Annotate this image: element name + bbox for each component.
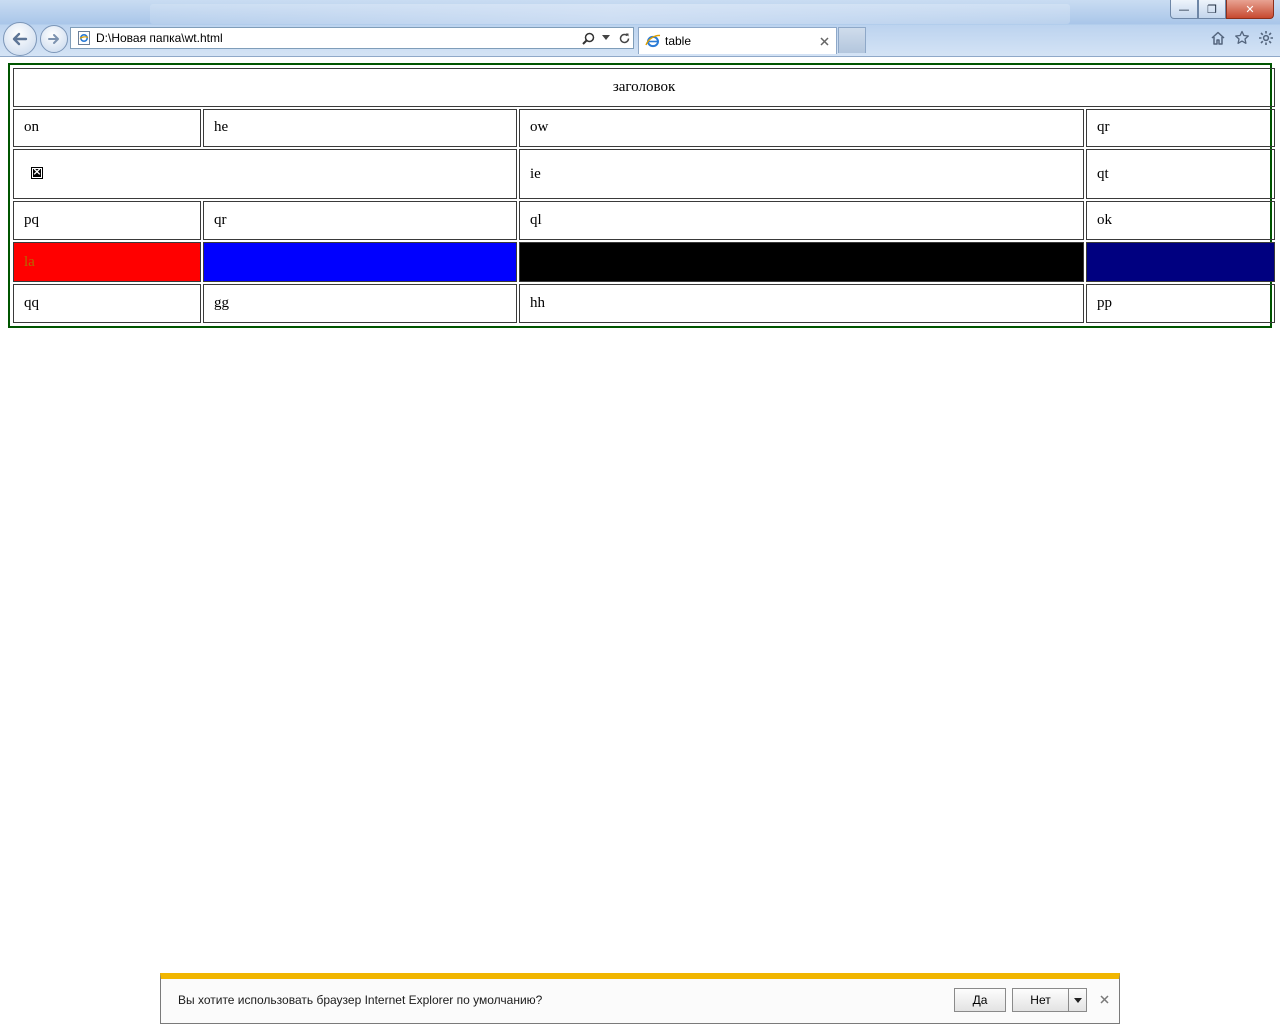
cell-text: pp	[1097, 295, 1112, 312]
close-tab-icon[interactable]	[816, 33, 832, 49]
table-cell: ok	[1086, 201, 1276, 240]
table-cell: on	[13, 108, 201, 148]
content-table: заголовок on he ow qr ie qt pq qr ql ok …	[8, 63, 1276, 328]
close-notification-icon[interactable]	[1097, 992, 1111, 1006]
black-cell	[519, 241, 1084, 283]
close-window-button[interactable]: ✕	[1226, 0, 1274, 19]
red-cell: la	[13, 241, 201, 283]
cell-text: la	[24, 253, 35, 270]
cell-text: on	[24, 119, 39, 136]
cell-text: pq	[24, 211, 39, 228]
table-cell: gg	[203, 284, 517, 323]
cell-text: qt	[1097, 165, 1109, 182]
table-cell: pp	[1086, 284, 1276, 323]
table-cell: qq	[13, 284, 201, 323]
table-cell: qr	[1086, 108, 1276, 148]
browser-chrome: — ❐ ✕ D:\Новая папка\wt.html table	[0, 0, 1280, 57]
broken-image-icon	[31, 165, 43, 180]
table-cell: hh	[519, 284, 1084, 323]
table-header: заголовок	[612, 78, 676, 95]
minimize-button[interactable]: —	[1170, 0, 1198, 19]
arrow-right-icon	[48, 34, 59, 44]
star-icon[interactable]	[1232, 28, 1252, 48]
arrow-left-icon	[12, 32, 28, 46]
tab-title: table	[665, 34, 692, 48]
chevron-down-icon	[1073, 997, 1082, 1003]
notification-text: Вы хотите использовать браузер Internet …	[178, 993, 543, 1007]
cell-text: hh	[530, 295, 545, 312]
table-header-cell: заголовок	[13, 68, 1276, 107]
default-browser-notification: Вы хотите использовать браузер Internet …	[160, 973, 1120, 1024]
restore-button[interactable]: ❐	[1198, 0, 1226, 19]
gear-icon[interactable]	[1256, 28, 1276, 48]
tab-table[interactable]: table	[638, 27, 837, 54]
window-title-bar	[150, 4, 1070, 24]
cell-text: qr	[214, 211, 227, 228]
table-cell: ow	[519, 108, 1084, 148]
ie-logo-icon	[645, 34, 661, 48]
chevron-down-icon[interactable]	[597, 29, 615, 47]
cell-text: qr	[1097, 119, 1110, 136]
search-icon[interactable]	[579, 29, 597, 47]
cell-text: ql	[530, 211, 542, 228]
address-text[interactable]: D:\Новая папка\wt.html	[96, 31, 579, 45]
options-dropdown-button[interactable]	[1068, 988, 1087, 1012]
table-cell: qt	[1086, 149, 1276, 200]
no-button[interactable]: Нет	[1012, 988, 1069, 1012]
command-icons	[1208, 28, 1276, 48]
cell-text: gg	[214, 295, 229, 312]
table-cell: ql	[519, 201, 1084, 240]
blue-cell	[203, 241, 517, 283]
cell-text: ow	[530, 119, 549, 136]
new-tab-button[interactable]	[838, 27, 866, 53]
page-icon	[78, 31, 90, 45]
back-button[interactable]	[3, 22, 37, 56]
table-cell: he	[203, 108, 517, 148]
yes-button[interactable]: Да	[954, 988, 1006, 1012]
refresh-icon[interactable]	[615, 29, 633, 47]
cell-text: ie	[530, 165, 541, 182]
window-controls: — ❐ ✕	[1170, 0, 1274, 19]
forward-button[interactable]	[40, 25, 68, 53]
table-cell-image	[13, 149, 517, 200]
cell-text: qq	[24, 295, 39, 312]
home-icon[interactable]	[1208, 28, 1228, 48]
cell-text: he	[214, 119, 229, 136]
navy-cell	[1086, 241, 1276, 283]
address-bar[interactable]: D:\Новая папка\wt.html	[70, 27, 634, 49]
table-cell: pq	[13, 201, 201, 240]
table-cell: ie	[519, 149, 1084, 200]
table-cell: qr	[203, 201, 517, 240]
cell-text: ok	[1097, 211, 1112, 228]
